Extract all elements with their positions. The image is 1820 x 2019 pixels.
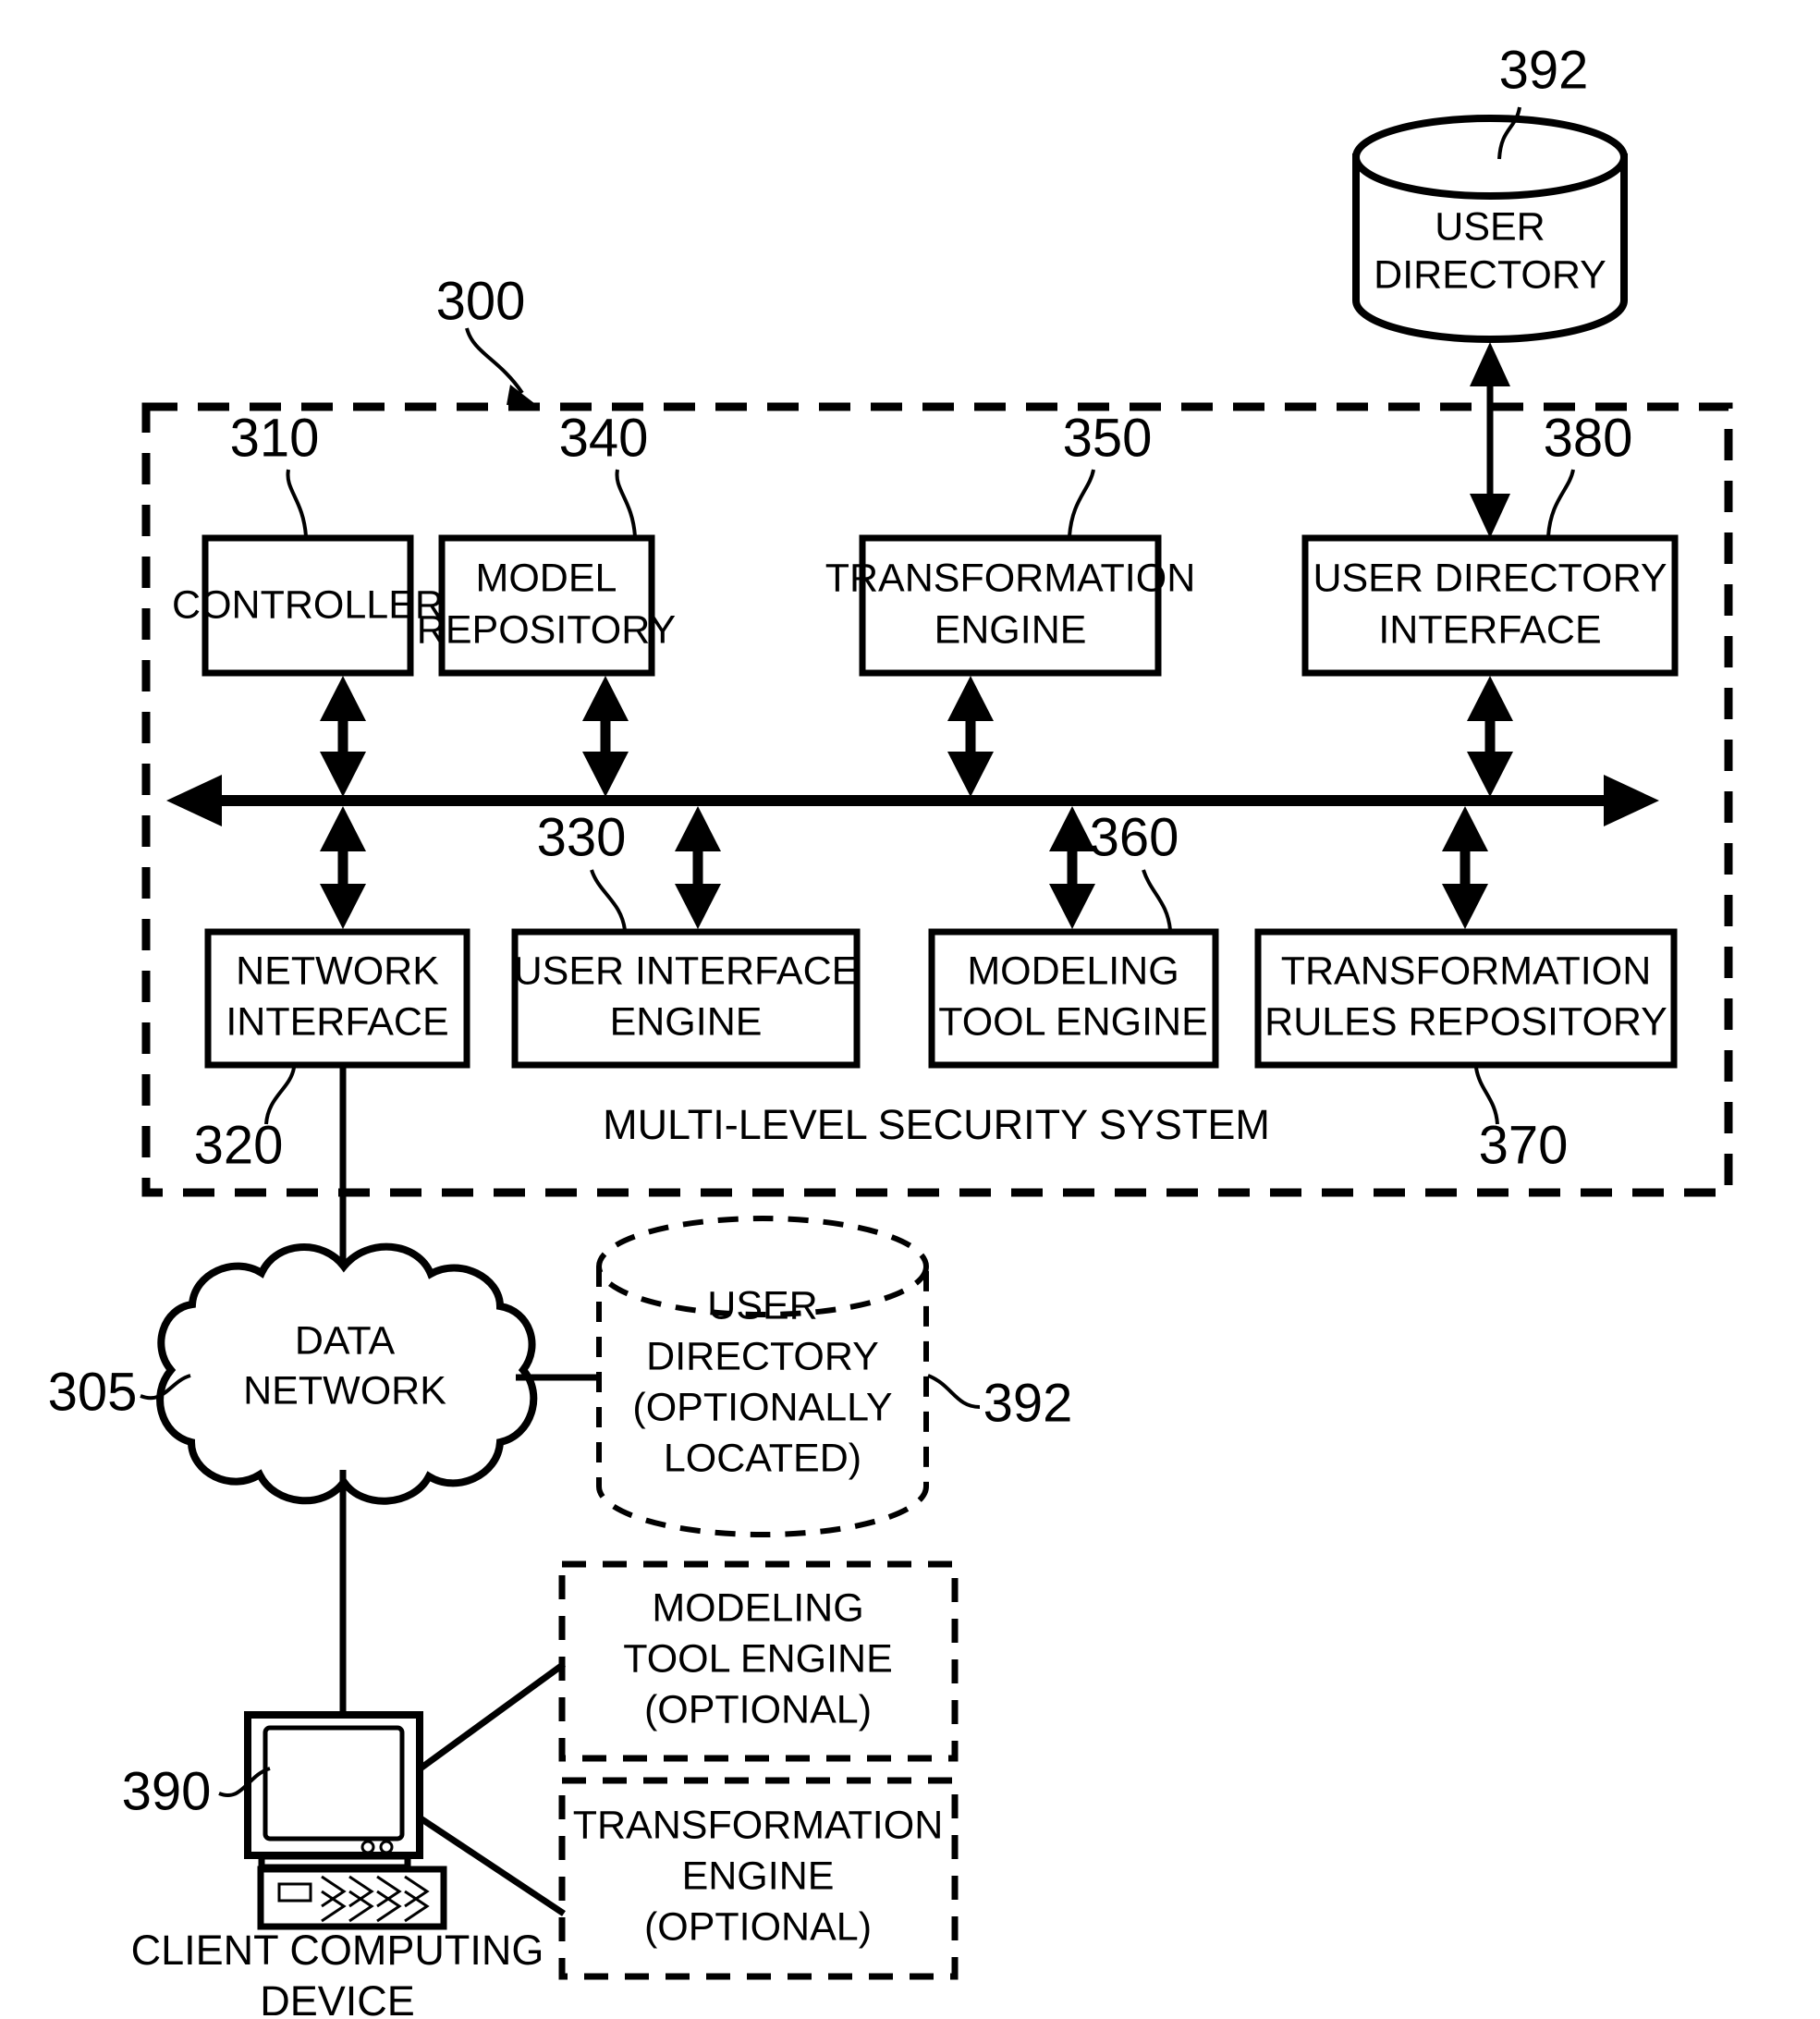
power-dot-left bbox=[360, 1840, 375, 1854]
ref-leader-360 bbox=[1142, 869, 1172, 931]
ref-leader-330 bbox=[590, 869, 627, 931]
user-directory-optional-line2: DIRECTORY bbox=[646, 1334, 879, 1378]
data-network-label-line1: DATA bbox=[295, 1318, 396, 1363]
ref-leader-310 bbox=[286, 469, 308, 537]
user-directory-optional-line3: (OPTIONALLY bbox=[632, 1385, 892, 1429]
user-directory-optional-line4: LOCATED) bbox=[664, 1436, 861, 1480]
optional-transformation-engine-line1: TRANSFORMATION bbox=[573, 1803, 944, 1847]
ref-num-350: 350 bbox=[1063, 408, 1153, 468]
user-directory-interface-label-line1: USER DIRECTORY bbox=[1313, 556, 1667, 600]
user-directory-optional-line1: USER bbox=[707, 1283, 817, 1328]
ref-leader-300 bbox=[465, 327, 524, 395]
component-user-directory-interface: USER DIRECTORY INTERFACE bbox=[1301, 534, 1679, 677]
ref-num-300: 300 bbox=[436, 271, 526, 331]
optional-modeling-tool-engine-line3: (OPTIONAL) bbox=[644, 1687, 872, 1731]
ref-num-390: 390 bbox=[122, 1761, 212, 1821]
optional-modeling-tool-engine-box: MODELING TOOL ENGINE (OPTIONAL) bbox=[558, 1560, 959, 1762]
network-interface-label-line2: INTERFACE bbox=[226, 999, 448, 1044]
transformation-engine-label-line1: TRANSFORMATION bbox=[825, 556, 1196, 600]
ref-leader-350 bbox=[1068, 469, 1095, 537]
ref-num-360: 360 bbox=[1090, 807, 1179, 867]
component-transformation-engine: TRANSFORMATION ENGINE bbox=[825, 534, 1196, 677]
user-directory-external-line2: DIRECTORY bbox=[1374, 252, 1606, 297]
ref-num-380: 380 bbox=[1544, 408, 1633, 468]
bus-link-user-directory-interface bbox=[1467, 676, 1513, 797]
optional-transformation-engine-line3: (OPTIONAL) bbox=[644, 1904, 872, 1949]
model-repository-label-line1: MODEL bbox=[476, 556, 617, 600]
modeling-tool-engine-label-line2: TOOL ENGINE bbox=[938, 999, 1208, 1044]
data-network-label-line2: NETWORK bbox=[243, 1368, 446, 1413]
ref-leader-392-optional bbox=[927, 1374, 981, 1409]
transformation-rules-repository-label-line2: RULES REPOSITORY bbox=[1264, 999, 1667, 1044]
client-device-label-line2: DEVICE bbox=[260, 1977, 415, 2019]
ref-leader-380 bbox=[1546, 469, 1575, 537]
power-dot-right bbox=[379, 1840, 394, 1854]
ref-num-310: 310 bbox=[230, 408, 320, 468]
controller-label-line1: CONTROLLER bbox=[172, 582, 444, 627]
optional-modeling-tool-engine-line2: TOOL ENGINE bbox=[623, 1636, 893, 1681]
modeling-tool-engine-label-line1: MODELING bbox=[967, 948, 1179, 993]
transformation-engine-label-line2: ENGINE bbox=[934, 607, 1087, 652]
bus-link-user-interface-engine bbox=[675, 806, 721, 929]
ref-num-392-optional: 392 bbox=[983, 1373, 1073, 1433]
optional-transformation-engine-line2: ENGINE bbox=[682, 1854, 835, 1898]
optional-transformation-engine-box: TRANSFORMATION ENGINE (OPTIONAL) bbox=[558, 1777, 959, 1980]
internal-bus bbox=[166, 775, 1659, 826]
keyboard-key bbox=[277, 1882, 312, 1903]
user-directory-external-cylinder: USER DIRECTORY bbox=[1352, 115, 1628, 343]
transformation-rules-repository-label-line1: TRANSFORMATION bbox=[1281, 948, 1652, 993]
user-interface-engine-label-line2: ENGINE bbox=[610, 999, 763, 1044]
link-directory-interface-to-external bbox=[1470, 342, 1510, 538]
ref-num-392-top: 392 bbox=[1499, 40, 1589, 100]
user-directory-optional-cylinder: USER DIRECTORY (OPTIONALLY LOCATED) bbox=[596, 1216, 929, 1537]
ref-num-370: 370 bbox=[1479, 1115, 1569, 1175]
ref-leader-340 bbox=[615, 469, 637, 537]
bus-link-model-repository bbox=[582, 676, 629, 797]
bus-link-modeling-tool-engine bbox=[1049, 806, 1095, 929]
bus-arrow-left bbox=[166, 775, 222, 826]
bus-link-network-interface bbox=[320, 806, 366, 929]
client-device-label-line1: CLIENT COMPUTING bbox=[131, 1927, 544, 1974]
system-boundary-label: MULTI-LEVEL SECURITY SYSTEM bbox=[603, 1101, 1270, 1148]
optional-modeling-tool-engine-line1: MODELING bbox=[652, 1585, 863, 1630]
ref-arrow-300 bbox=[507, 385, 539, 407]
user-directory-external-line1: USER bbox=[1435, 204, 1545, 249]
component-controller: CONTROLLER bbox=[172, 534, 444, 677]
bus-link-transformation-rules-repository bbox=[1442, 806, 1488, 929]
model-repository-label-line2: REPOSITORY bbox=[417, 607, 676, 652]
component-network-interface: NETWORK INTERFACE bbox=[204, 928, 470, 1069]
component-model-repository: MODEL REPOSITORY bbox=[417, 534, 676, 677]
ref-num-320: 320 bbox=[194, 1115, 284, 1175]
ref-num-305: 305 bbox=[48, 1362, 138, 1422]
system-architecture-diagram: USER DIRECTORY 392 300 CONTROLLER 310 MO… bbox=[48, 40, 1733, 2019]
component-transformation-rules-repository: TRANSFORMATION RULES REPOSITORY bbox=[1254, 928, 1678, 1069]
data-network-cloud: DATA NETWORK bbox=[156, 1242, 538, 1505]
bus-link-controller bbox=[320, 676, 366, 797]
component-modeling-tool-engine: MODELING TOOL ENGINE bbox=[928, 928, 1219, 1069]
bus-link-transformation-engine bbox=[947, 676, 994, 797]
line-client-to-optional-modeling-tool bbox=[415, 1661, 567, 1773]
component-user-interface-engine: USER INTERFACE ENGINE bbox=[511, 928, 861, 1069]
user-interface-engine-label-line1: USER INTERFACE bbox=[514, 948, 859, 993]
network-interface-label-line1: NETWORK bbox=[236, 948, 439, 993]
user-directory-interface-label-line2: INTERFACE bbox=[1378, 607, 1601, 652]
client-computing-device-icon bbox=[244, 1711, 447, 1930]
bus-arrow-right bbox=[1604, 775, 1659, 826]
patent-figure: USER DIRECTORY 392 300 CONTROLLER 310 MO… bbox=[0, 0, 1820, 2019]
ref-num-330: 330 bbox=[537, 807, 627, 867]
ref-num-340: 340 bbox=[559, 408, 649, 468]
